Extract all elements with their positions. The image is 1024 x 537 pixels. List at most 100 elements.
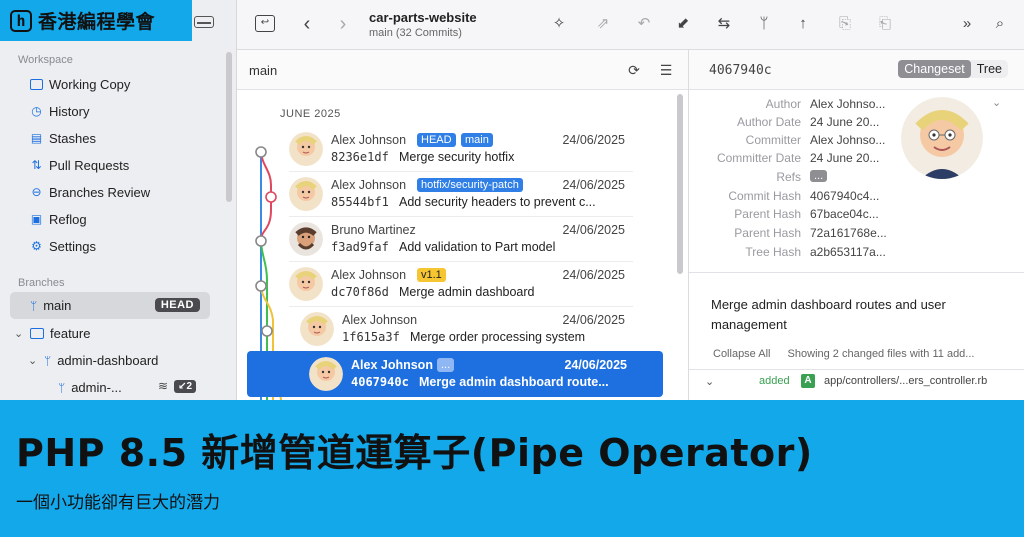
clipboard-out-icon[interactable]: ⎗: [875, 14, 895, 34]
collapse-all-button[interactable]: Collapse All: [713, 348, 770, 360]
file-status: added: [759, 375, 790, 387]
avatar: [300, 312, 334, 346]
commit-message: Add validation to Part model: [399, 240, 556, 254]
toolbar: ↩ ‹ › car-parts-website main (32 Commits…: [237, 0, 1024, 50]
commit-hash: 8236e1df: [331, 150, 389, 164]
workspace-section-title: Workspace: [18, 54, 73, 66]
reply-icon[interactable]: ↶: [634, 14, 654, 34]
commit-row[interactable]: Bruno Martinez 24/06/2025 f3ad9faf Add v…: [289, 218, 659, 262]
branch-label: admin-...: [71, 380, 122, 395]
full-commit-message: Merge admin dashboard routes and user ma…: [711, 297, 946, 332]
branches-review-icon: ⊖: [31, 184, 42, 199]
files-divider: [689, 369, 1024, 370]
commit-row-selected[interactable]: Alex Johnson ... 24/06/2025 4067940c Mer…: [247, 351, 663, 397]
commit-row[interactable]: Alex Johnson hotfix/security-patch 24/06…: [289, 173, 659, 217]
sidebar-item-branches-review[interactable]: ⊖ Branches Review: [30, 182, 150, 202]
commit-author: Alex Johnson: [351, 358, 433, 372]
field-parent-hash: Parent Hash 67bace04c...: [734, 207, 879, 221]
sidebar-item-label: Branches Review: [49, 184, 151, 200]
clipboard-in-icon[interactable]: ⎘: [835, 14, 855, 34]
file-added-badge: A: [801, 374, 815, 388]
ref-tag-version: v1.1: [417, 268, 446, 282]
logo-text: 香港編程學會: [38, 11, 156, 33]
folder-icon: [30, 328, 44, 339]
sidebar-item-label: Reflog: [49, 211, 87, 227]
branch-item-main[interactable]: ᛘ main HEAD: [10, 292, 210, 319]
commit-list-pane: main ⟳ ☰ JUNE 2025 Alex Johnson HEAD mai…: [237, 50, 689, 400]
sidebar-item-stashes[interactable]: ▤ Stashes: [30, 128, 96, 148]
commit-message: Merge order processing system: [410, 330, 586, 344]
row-divider: [289, 171, 633, 172]
chevron-down-icon[interactable]: ⌄: [14, 327, 26, 340]
field-tree-hash: Tree Hash a2b653117a...: [745, 245, 886, 259]
tab-tree[interactable]: Tree: [971, 60, 1008, 78]
filter-sliders-icon[interactable]: ☰: [657, 61, 675, 79]
stash-push-icon[interactable]: ⬋: [673, 14, 693, 34]
repo-name: car-parts-website: [369, 10, 477, 25]
avatar: [309, 357, 343, 391]
graph-node: [255, 280, 267, 292]
avatar: [289, 177, 323, 211]
commit-row[interactable]: Alex Johnson v1.1 24/06/2025 dc70f86d Me…: [289, 263, 659, 307]
share-icon[interactable]: ⇗: [593, 14, 613, 34]
drive-icon[interactable]: [194, 16, 214, 28]
avatar: [289, 222, 323, 256]
behind-count-badge: ↙2: [174, 380, 196, 393]
search-icon[interactable]: ⌕: [990, 14, 1010, 34]
graph-node: [261, 325, 273, 337]
branches-section-title: Branches: [18, 277, 65, 289]
commit-row[interactable]: Alex Johnson 24/06/2025 1f615a3f Merge o…: [300, 308, 659, 352]
tab-changeset[interactable]: Changeset: [898, 60, 971, 78]
commit-message: Merge admin dashboard route...: [419, 375, 609, 389]
sync-icon[interactable]: ⇆: [714, 14, 734, 34]
changed-file-row[interactable]: ⌄ added A app/controllers/...ers_control…: [689, 371, 1024, 393]
commit-message: Merge security hotfix: [399, 150, 515, 164]
branch-folder-admin-dashboard[interactable]: ⌄ ᛘ admin-dashboard: [10, 347, 210, 374]
row-divider: [289, 216, 633, 217]
banner-title: PHP 8.5 新增管道運算子(Pipe Operator): [16, 431, 813, 475]
commit-date: 24/06/2025: [562, 133, 625, 147]
view-segmented-control: Changeset Tree: [898, 60, 1008, 78]
gear-icon: ⚙: [31, 238, 42, 253]
overflow-chevron-icon[interactable]: »: [957, 14, 977, 34]
branch-label: feature: [50, 326, 91, 341]
sidebar-item-working-copy[interactable]: Working Copy: [30, 74, 130, 94]
pull-request-icon: ⇅: [31, 157, 42, 172]
commit-author: Bruno Martinez: [331, 223, 416, 237]
field-committer: Committer Alex Johnso...: [745, 133, 886, 147]
return-icon[interactable]: ↩: [255, 15, 275, 32]
row-divider: [289, 306, 633, 307]
branch-action-icon[interactable]: ᛘ: [754, 14, 774, 34]
ref-tag-main: main: [461, 133, 493, 147]
commit-row[interactable]: Alex Johnson HEAD main 24/06/2025 8236e1…: [289, 128, 659, 172]
chevron-down-icon[interactable]: ⌄: [28, 354, 40, 367]
sidebar-item-history[interactable]: ◷ History: [30, 101, 89, 121]
sidebar-item-label: Pull Requests: [49, 157, 130, 173]
commit-hash: f3ad9faf: [331, 240, 389, 254]
field-commit-hash: Commit Hash 4067940c4...: [728, 189, 880, 203]
chevron-down-icon[interactable]: ⌄: [705, 375, 714, 388]
sidebar-item-pull-requests[interactable]: ⇅ Pull Requests: [30, 155, 129, 175]
sidebar-item-settings[interactable]: ⚙ Settings: [30, 236, 96, 256]
sidebar-scrollbar[interactable]: [226, 52, 232, 202]
ref-tag-more: ...: [437, 358, 455, 372]
field-author-date: Author Date 24 June 20...: [736, 115, 880, 129]
commit-date: 24/06/2025: [562, 223, 625, 237]
chevron-down-icon[interactable]: ⌄: [992, 96, 1001, 109]
back-button[interactable]: ‹: [297, 14, 317, 34]
refresh-icon[interactable]: ⟳: [625, 61, 643, 79]
sidebar-item-reflog[interactable]: ▣ Reflog: [30, 209, 87, 229]
current-branch-label: main: [249, 63, 278, 78]
refs-more-badge[interactable]: ...: [810, 170, 828, 182]
magic-wand-icon[interactable]: ✧: [549, 14, 569, 34]
article-banner: PHP 8.5 新增管道運算子(Pipe Operator) 一個小功能卻有巨大…: [0, 400, 1024, 537]
commit-hash: 4067940c: [351, 375, 409, 389]
branch-folder-feature[interactable]: ⌄ feature: [10, 320, 210, 347]
commit-hash: 85544bf1: [331, 195, 389, 209]
author-avatar-large: [901, 97, 983, 179]
branch-item-admin[interactable]: ᛘ admin-... ≋ ↙2: [10, 374, 210, 401]
list-scrollbar[interactable]: [677, 94, 683, 274]
push-icon[interactable]: ↑: [793, 14, 813, 34]
field-author: Author Alex Johnso...: [765, 97, 886, 111]
forward-button[interactable]: ›: [333, 14, 353, 34]
